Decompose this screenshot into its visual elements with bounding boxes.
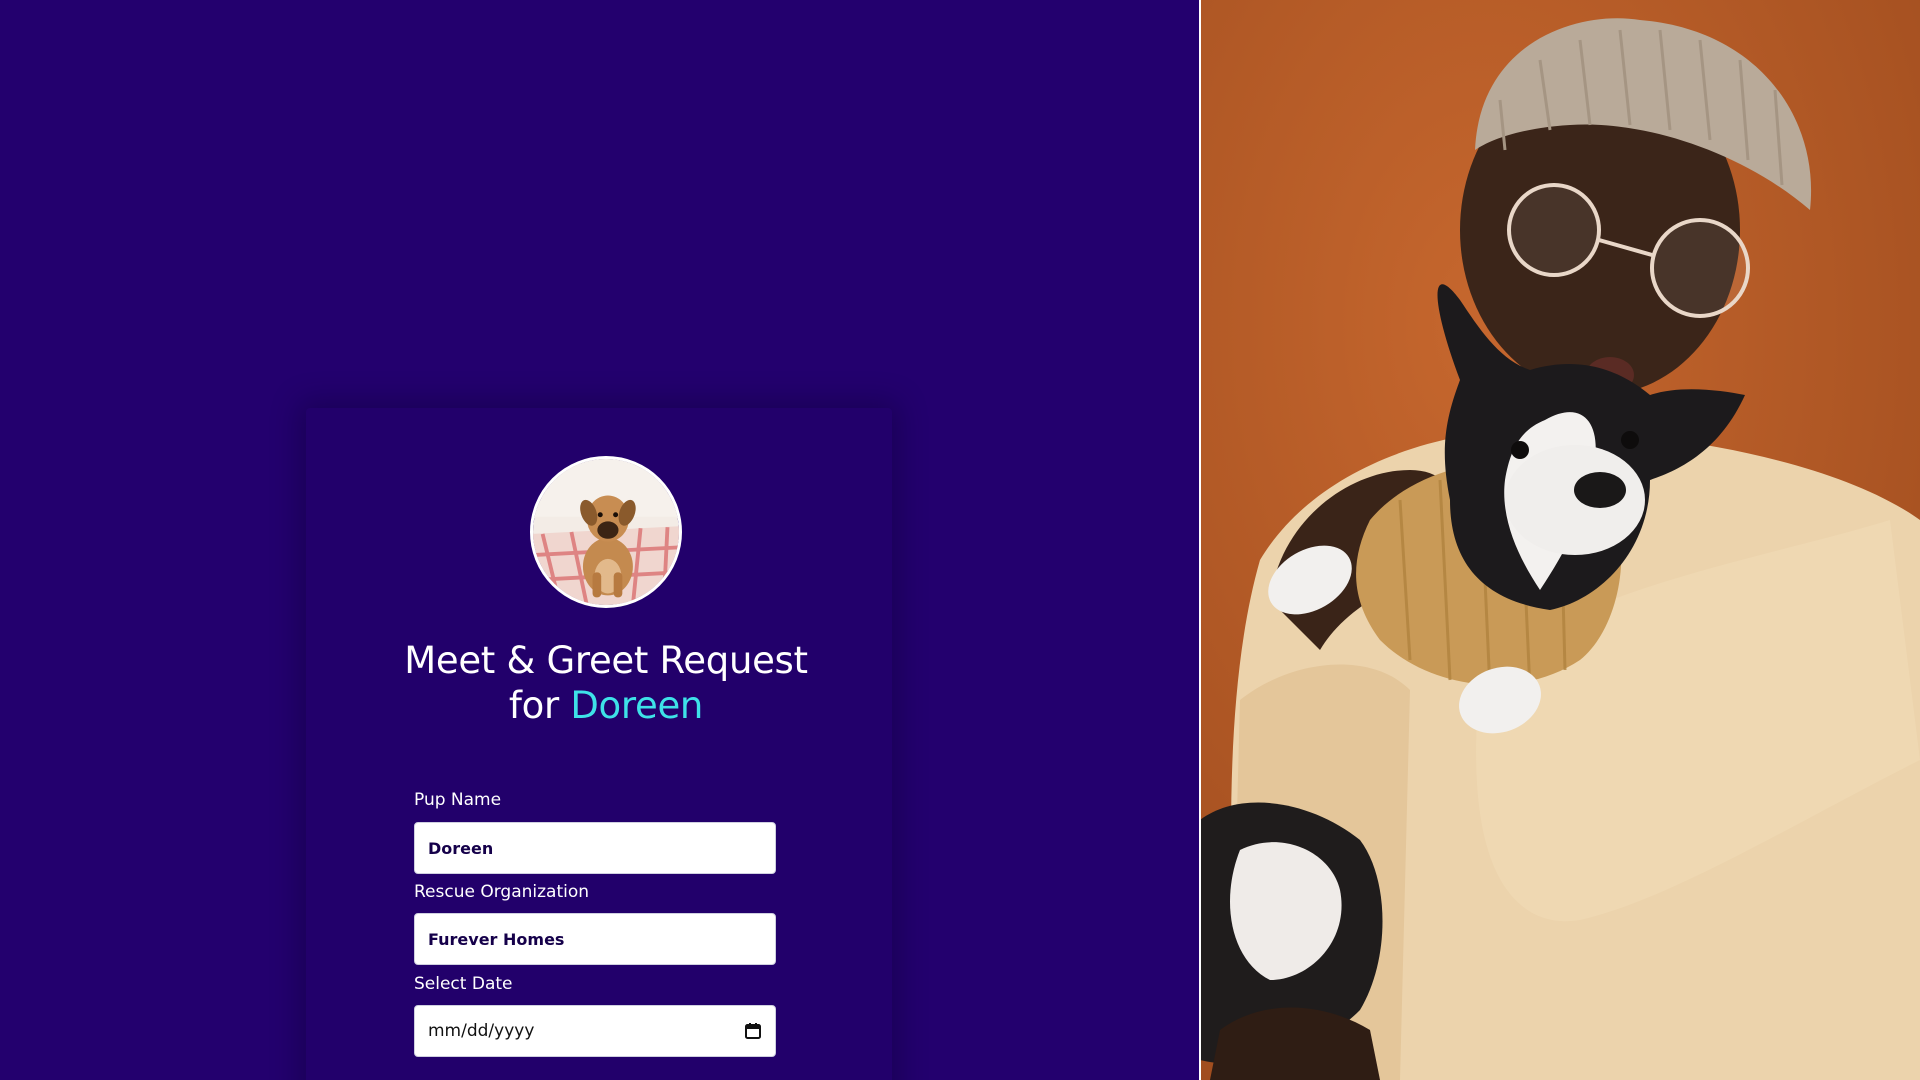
pup-name-label: Pup Name xyxy=(414,790,502,810)
page-title: Meet & Greet Request for Doreen xyxy=(306,638,906,728)
title-pup-name: Doreen xyxy=(570,684,704,727)
pup-avatar xyxy=(530,456,682,608)
calendar-icon[interactable] xyxy=(744,1022,762,1040)
pup-name-input[interactable]: Doreen xyxy=(414,822,776,874)
request-card: Meet & Greet Request for Doreen Pup Name… xyxy=(306,408,892,1080)
page: Meet & Greet Request for Doreen Pup Name… xyxy=(0,0,1920,1080)
title-line-1: Meet & Greet Request xyxy=(404,639,808,682)
date-placeholder: mm/dd/yyyy xyxy=(428,1021,535,1041)
date-input[interactable]: mm/dd/yyyy xyxy=(414,1005,776,1057)
hero-photo xyxy=(1200,0,1920,1080)
puppy-photo-image xyxy=(533,459,679,605)
pup-name-value: Doreen xyxy=(428,838,494,858)
panel-divider xyxy=(1199,0,1201,1080)
rescue-org-input[interactable]: Furever Homes xyxy=(414,913,776,965)
man-holding-dog-image xyxy=(1200,0,1920,1080)
rescue-org-value: Furever Homes xyxy=(428,929,565,949)
form-panel: Meet & Greet Request for Doreen Pup Name… xyxy=(0,0,1200,1080)
title-prefix: for xyxy=(508,684,559,727)
title-line-2: for Doreen xyxy=(306,683,906,728)
date-label: Select Date xyxy=(414,974,513,994)
rescue-org-label: Rescue Organization xyxy=(414,882,590,902)
